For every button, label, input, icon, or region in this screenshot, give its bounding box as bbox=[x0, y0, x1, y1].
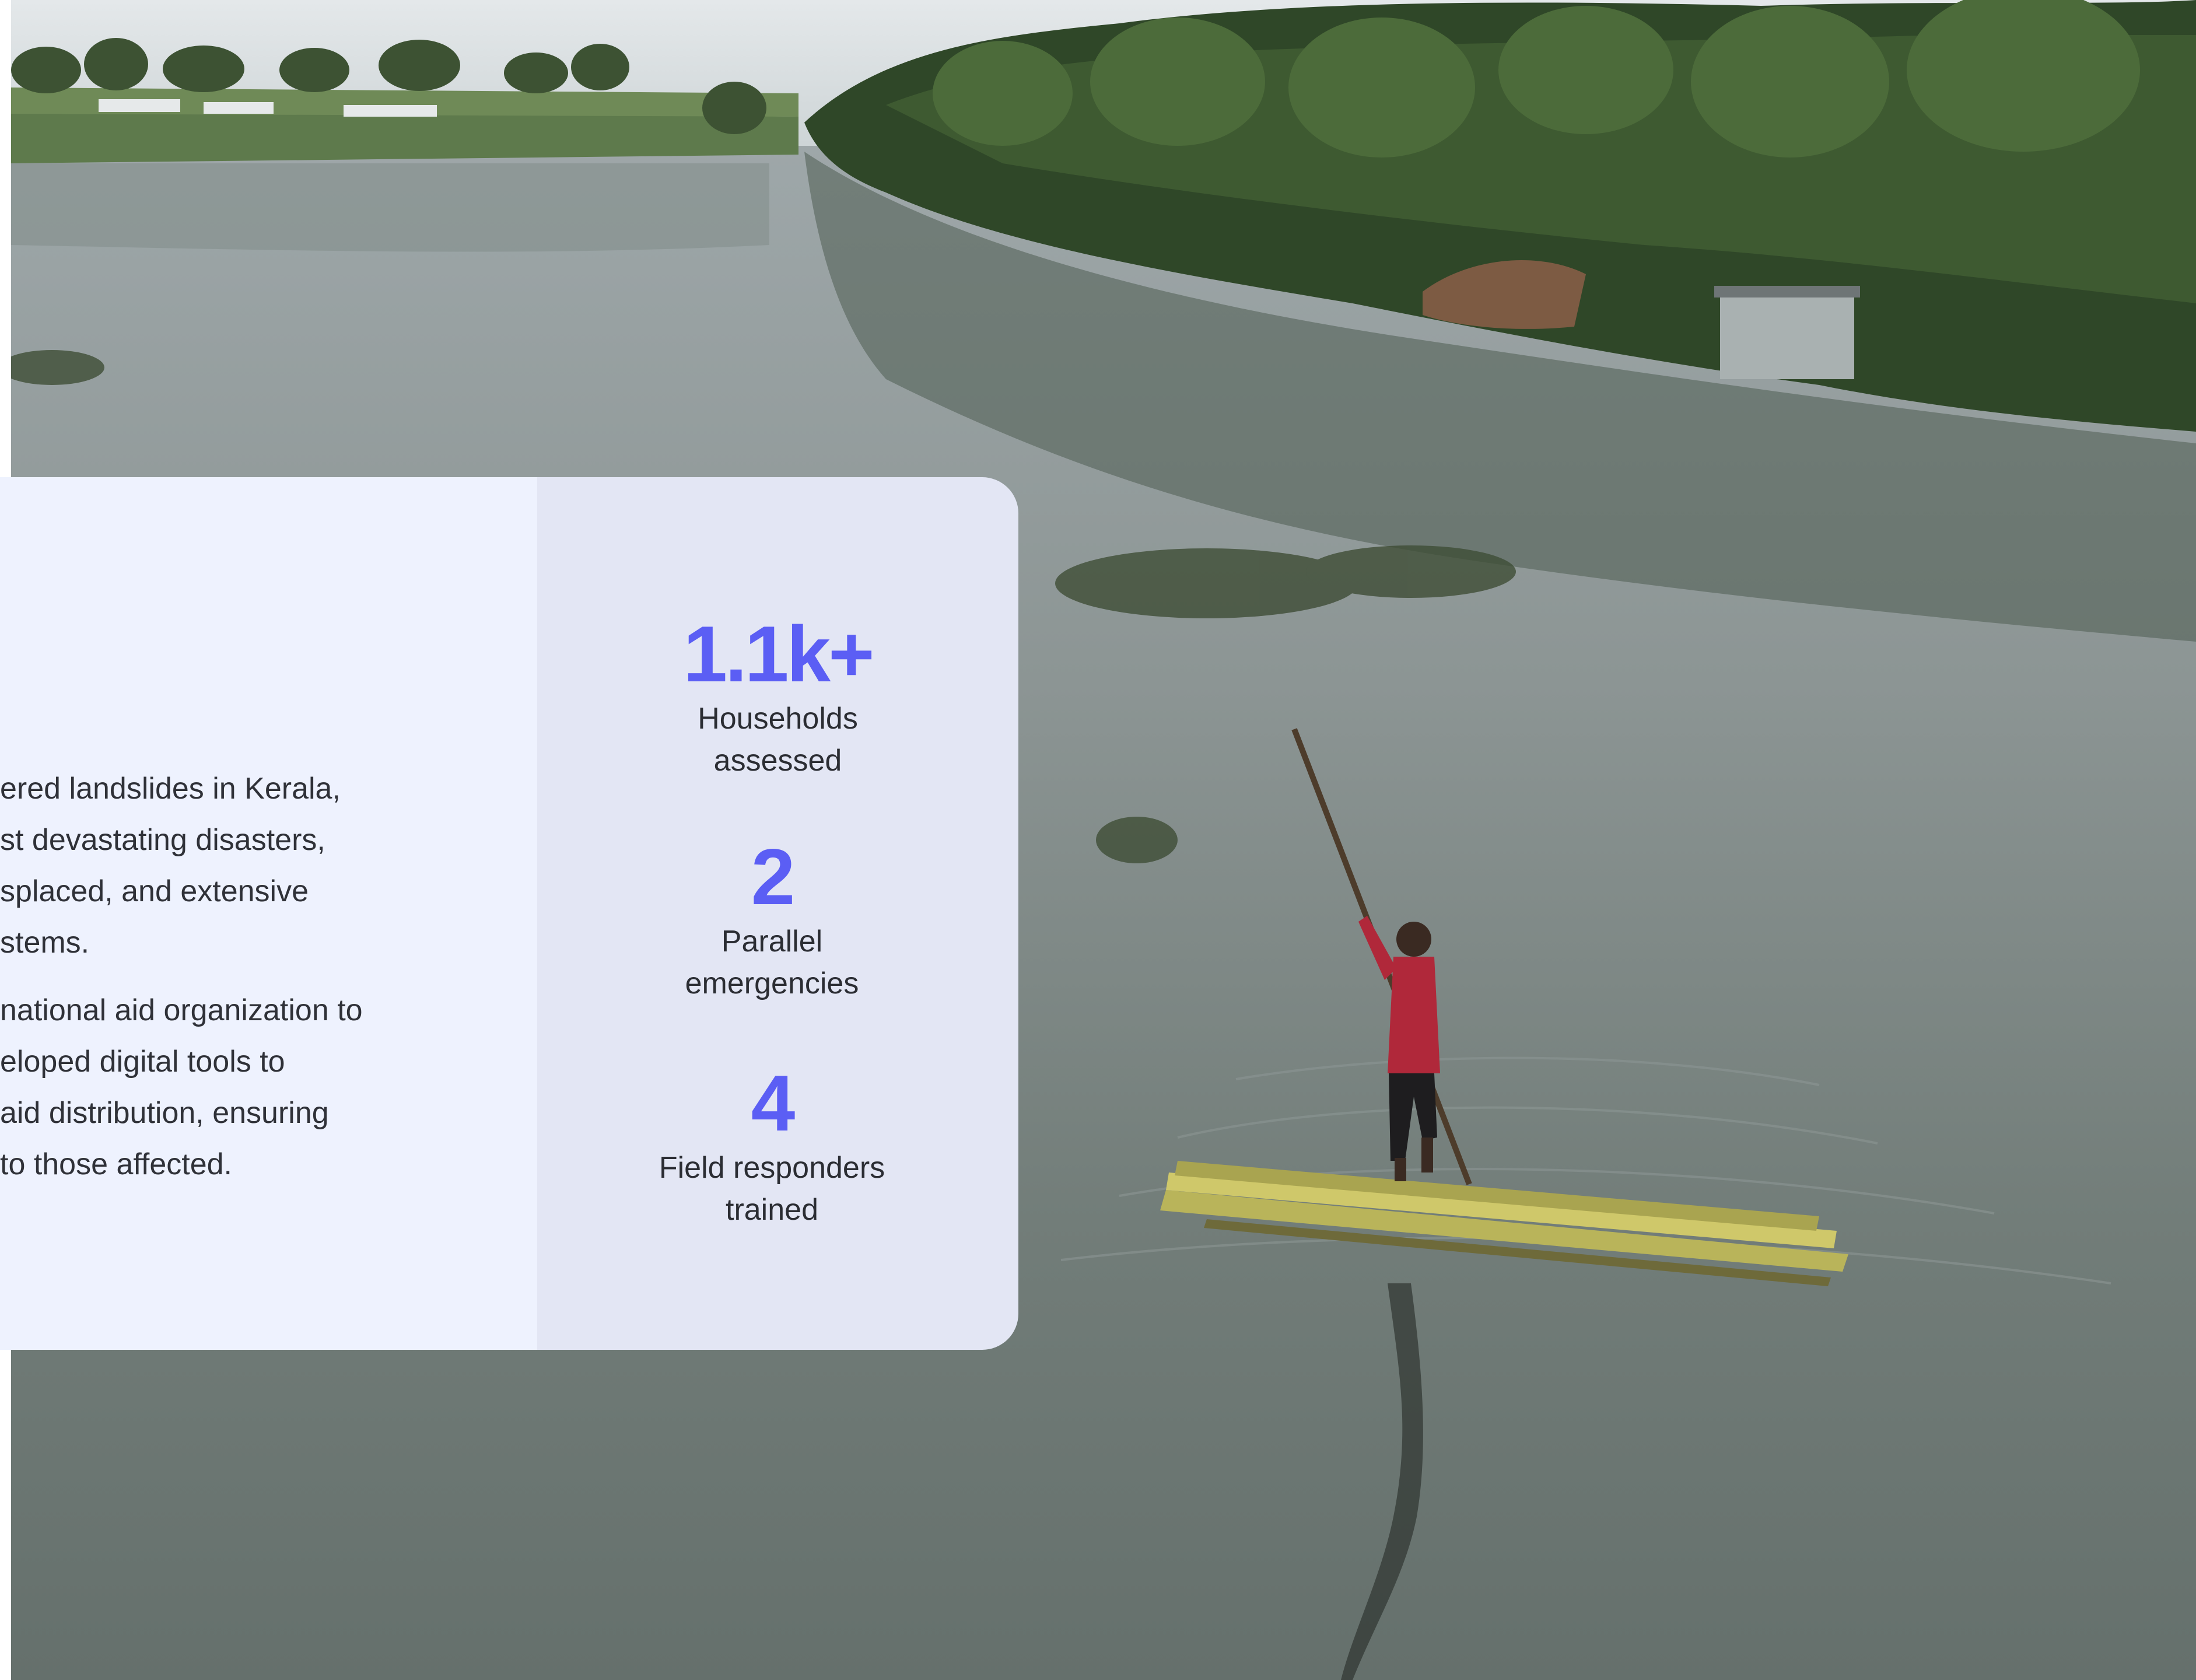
stat-label: assessed bbox=[713, 744, 842, 778]
stats-panel: 1.1k+ Households assessed 2 Parallel eme… bbox=[537, 477, 1018, 1350]
stat-parallel-emergencies: 2 Parallel emergencies bbox=[531, 833, 1013, 1005]
stat-label: Households bbox=[698, 702, 858, 736]
stat-households-assessed: 1.1k+ Households assessed bbox=[537, 610, 1018, 782]
intro-line: st devastating disasters, bbox=[0, 823, 325, 857]
stat-value: 4 bbox=[751, 1059, 796, 1147]
intro-line: to those affected. bbox=[0, 1147, 232, 1181]
intro-panel: ered landslides in Kerala, st devastatin… bbox=[0, 477, 537, 1350]
intro-line: ered landslides in Kerala, bbox=[0, 772, 341, 806]
stat-label: trained bbox=[726, 1193, 818, 1227]
stat-value: 2 bbox=[751, 832, 796, 921]
stat-label: emergencies bbox=[685, 967, 859, 1000]
stat-value: 1.1k+ bbox=[683, 610, 874, 698]
intro-line: stems. bbox=[0, 926, 90, 960]
intro-line: aid distribution, ensuring bbox=[0, 1096, 329, 1130]
intro-paragraph-1: ered landslides in Kerala, st devastatin… bbox=[0, 763, 537, 968]
intro-line: eloped digital tools to bbox=[0, 1045, 285, 1079]
stat-label: Field responders bbox=[659, 1151, 885, 1185]
stat-label: Parallel bbox=[721, 925, 823, 958]
intro-paragraph-2: national aid organization to eloped digi… bbox=[0, 985, 537, 1190]
intro-line: national aid organization to bbox=[0, 993, 363, 1027]
case-study-card: ered landslides in Kerala, st devastatin… bbox=[0, 477, 1018, 1350]
stat-field-responders-trained: 4 Field responders trained bbox=[531, 1059, 1013, 1231]
intro-line: splaced, and extensive bbox=[0, 874, 309, 908]
